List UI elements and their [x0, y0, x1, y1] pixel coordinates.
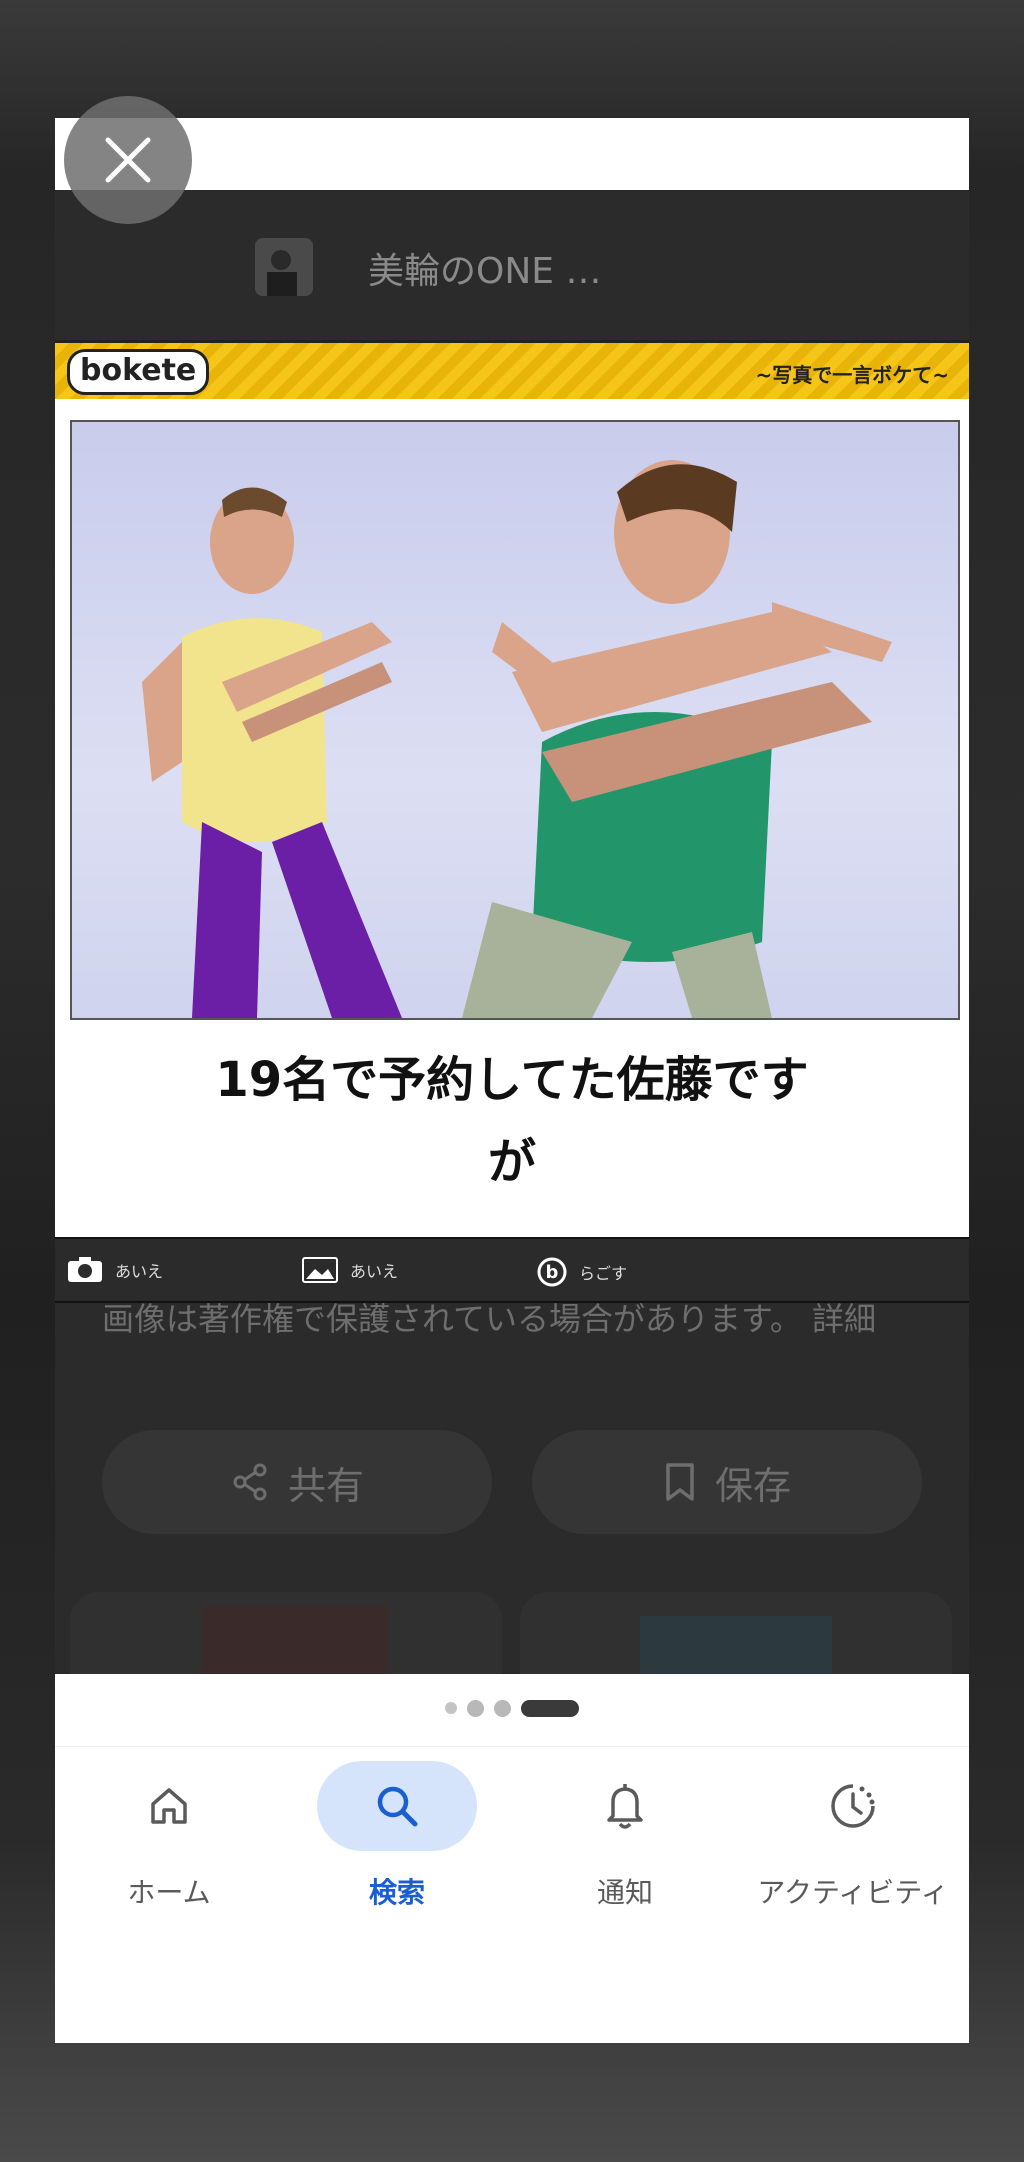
meme-footer-b: b らごす [537, 1257, 627, 1287]
b-logo-icon: b [537, 1257, 567, 1287]
nav-home-pill [89, 1761, 249, 1851]
nav-activity-pill [773, 1761, 933, 1851]
meme-footer-camera: あいえ [67, 1257, 163, 1283]
camera-icon [68, 1257, 102, 1282]
nav-home[interactable]: ホーム [55, 1747, 283, 1927]
save-label: 保存 [714, 1463, 791, 1508]
nav-notifications-pill [545, 1761, 705, 1851]
nav-search-pill [317, 1761, 477, 1851]
nav-label: 通知 [596, 1876, 653, 1909]
share-icon [233, 1463, 267, 1501]
nav-label: アクティビティ [757, 1876, 949, 1909]
meme-footer: あいえ あいえ b らごす [55, 1237, 969, 1303]
meme-banner: bokete ~写真で一言ボケて~ [55, 340, 969, 402]
meme-footer-label: あいえ [115, 1262, 164, 1281]
share-button[interactable]: 共有 [102, 1430, 492, 1534]
bottom-nav: ホーム 検索 通知 アクティビティ [55, 1746, 969, 2043]
meme-footer-label: らごす [579, 1264, 628, 1283]
meme-footer-image: あいえ [302, 1257, 398, 1283]
page-indicator [55, 1680, 969, 1736]
activity-icon [831, 1784, 875, 1828]
nav-label: ホーム [127, 1876, 211, 1909]
nav-notifications[interactable]: 通知 [511, 1747, 739, 1927]
page-dot-active[interactable] [521, 1699, 579, 1717]
bell-icon [607, 1784, 643, 1829]
image-icon [302, 1257, 338, 1283]
save-button[interactable]: 保存 [532, 1430, 922, 1534]
nav-search[interactable]: 検索 [283, 1747, 511, 1927]
page-dot[interactable] [445, 1702, 457, 1714]
meme-photo [70, 420, 960, 1020]
page-dot[interactable] [494, 1699, 511, 1717]
source-row[interactable]: 美輪のONE … [55, 190, 969, 340]
close-button[interactable] [64, 96, 192, 224]
source-favicon [255, 238, 313, 296]
search-icon [377, 1786, 418, 1827]
home-icon [151, 1788, 187, 1824]
nav-activity[interactable]: アクティビティ [739, 1747, 967, 1927]
image-viewer-card: 美輪のONE … bokete ~写真で一言ボケて~ 19名で予約してた佐藤です… [55, 118, 969, 2043]
meme-content: 19名で予約してた佐藤です が [55, 399, 969, 1237]
meme-tagline: ~写真で一言ボケて~ [755, 363, 949, 387]
share-label: 共有 [287, 1463, 364, 1508]
nav-label: 検索 [368, 1876, 425, 1909]
copyright-note[interactable]: 画像は著作権で保護されている場合があります。 詳細 [102, 1296, 922, 1342]
meme-caption-line-1: 19名で予約してた佐藤です [215, 1052, 809, 1108]
page-dot[interactable] [467, 1699, 484, 1717]
bookmark-icon [666, 1463, 694, 1501]
bokete-logo: bokete [67, 349, 210, 395]
close-icon [105, 137, 151, 183]
meme-caption-line-2: が [487, 1134, 536, 1190]
meme-caption: 19名で予約してた佐藤です が [55, 1039, 969, 1203]
source-title: 美輪のONE … [368, 251, 602, 292]
meme-footer-label: あいえ [350, 1262, 399, 1281]
svg-text:b: b [546, 1262, 559, 1283]
